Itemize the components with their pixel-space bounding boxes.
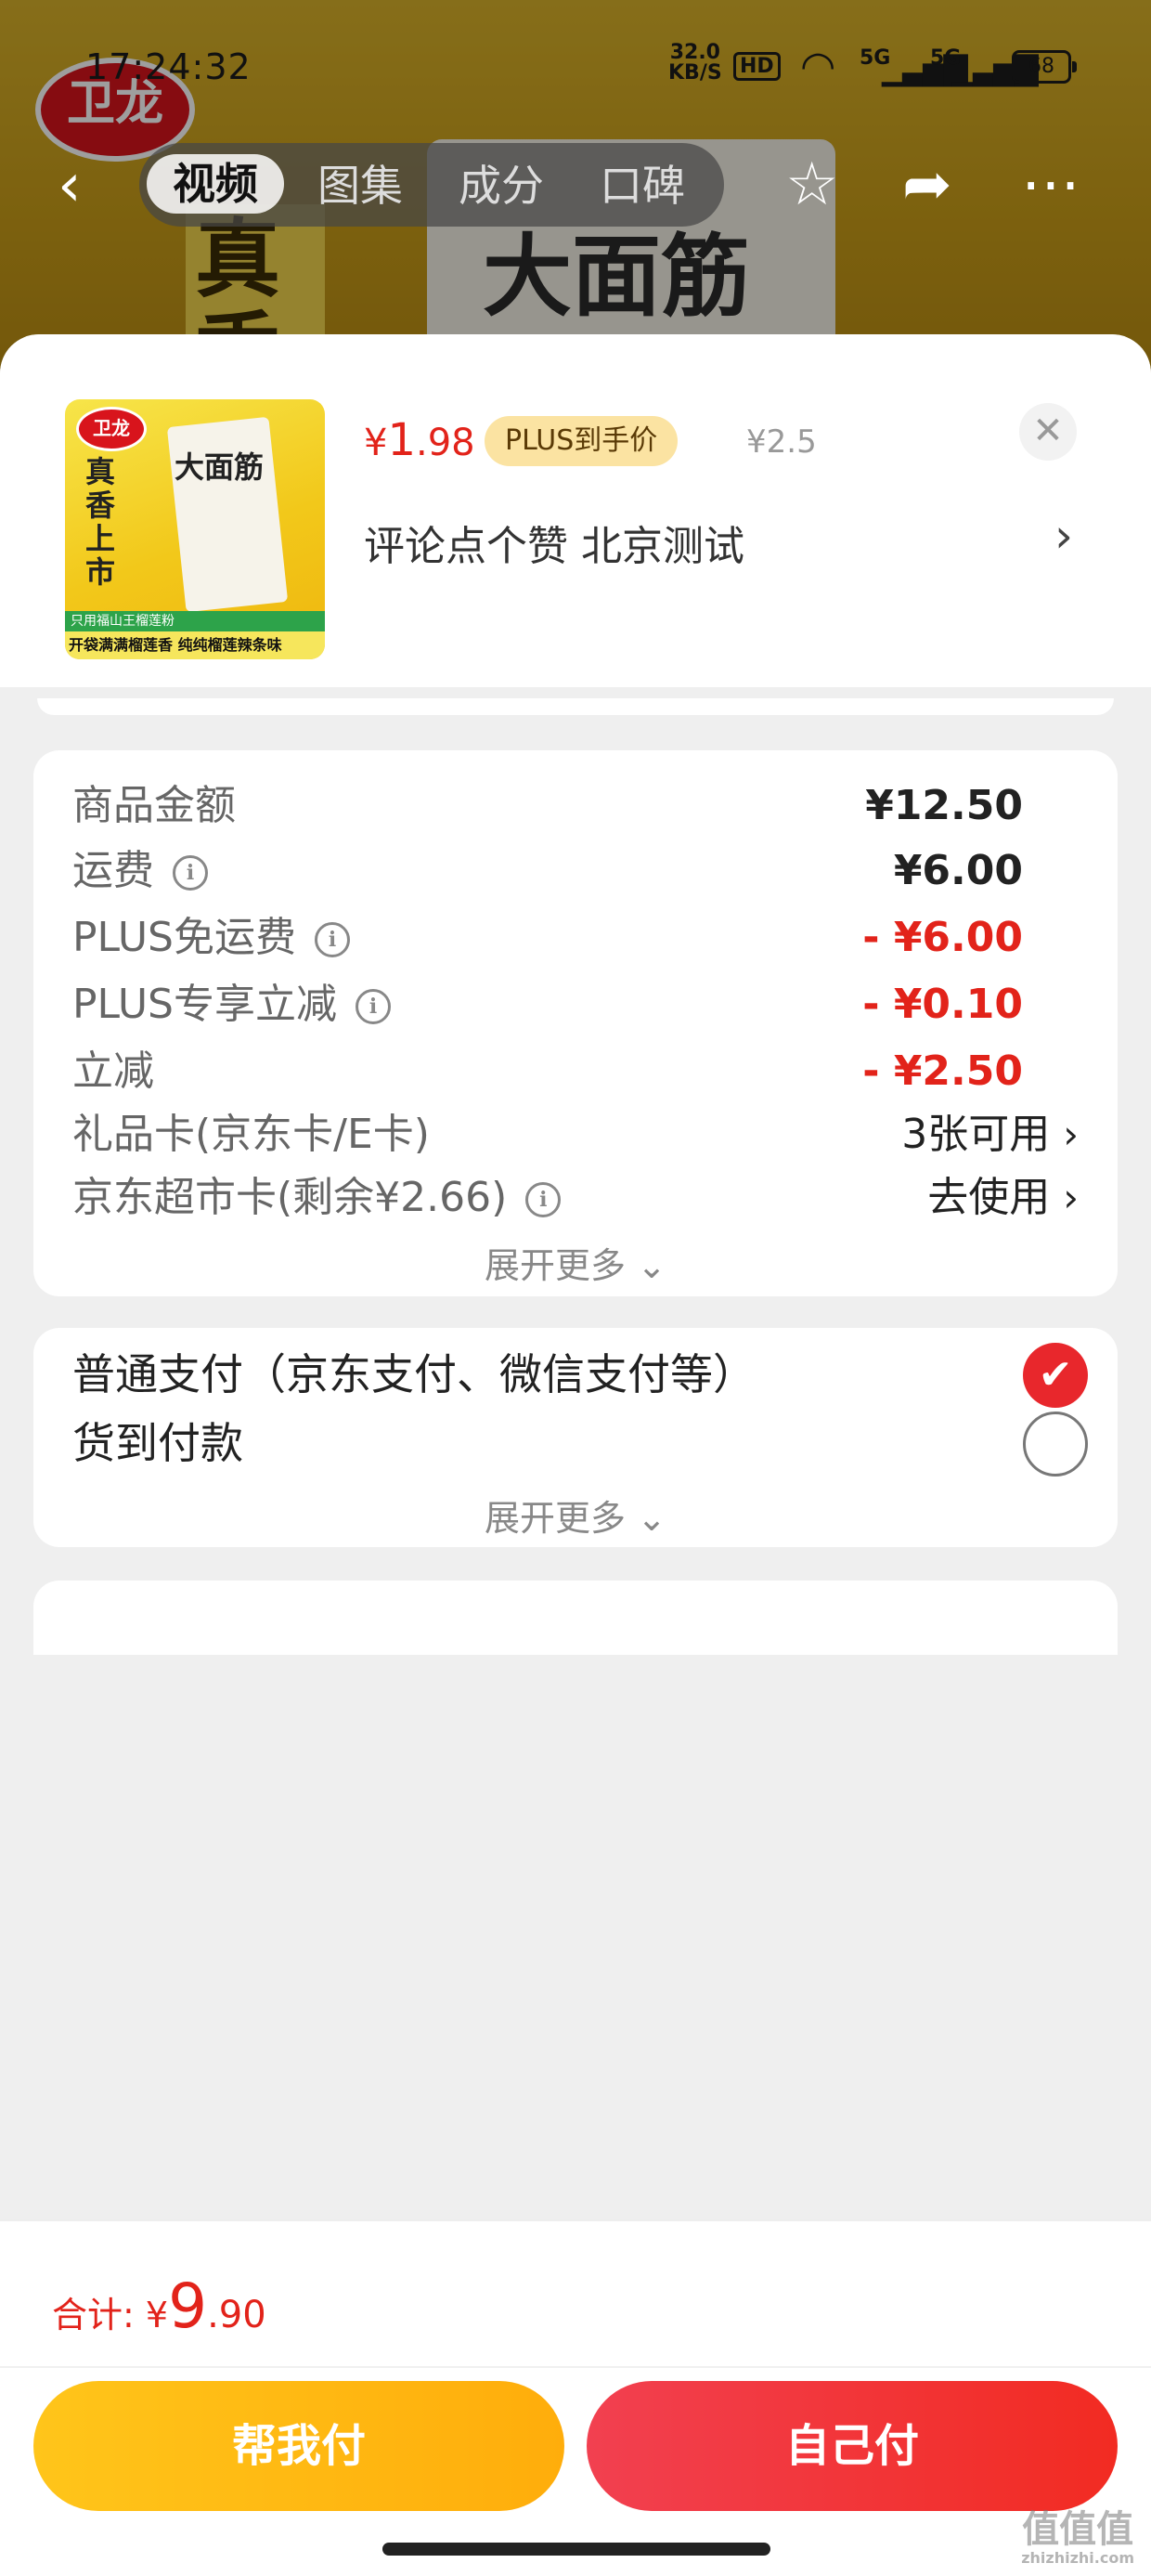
price-decimal: .98 (416, 422, 475, 464)
row-instant-discount: 立减 - ¥2.50 (72, 1044, 1079, 1099)
row-shipping: 运费 i ¥6.00 (72, 843, 1079, 899)
help-me-pay-button[interactable]: 帮我付 (33, 2381, 564, 2511)
gift-card-value: 3张可用 (901, 1111, 1051, 1158)
gift-card-label: 礼品卡(京东卡/E卡) (72, 1111, 430, 1158)
thumb-side-text: 真香上市 (85, 454, 116, 590)
summary-expand-more[interactable]: 展开更多 ⌄ (33, 1237, 1118, 1288)
total-label: 合计: (52, 2295, 135, 2335)
info-icon[interactable]: i (315, 922, 350, 957)
favorite-star-icon[interactable]: ☆ (785, 152, 838, 217)
plus-price-badge: PLUS到手价 (485, 416, 679, 466)
row-plus-free-shipping: PLUS免运费 i - ¥6.00 (72, 910, 1079, 966)
network-speed-unit: KB/S (668, 61, 722, 85)
row-goods-amount: 商品金额 ¥12.50 (72, 778, 1079, 834)
payment-expand-more[interactable]: 展开更多 ⌄ (33, 1490, 1118, 1541)
tab-ingredients[interactable]: 成分 (459, 160, 544, 212)
price-summary-card: 商品金额 ¥12.50 运费 i ¥6.00 PLUS免运费 i - ¥6.00 P… (33, 750, 1118, 1296)
plus-discount-label: PLUS专享立减 i (72, 977, 391, 1033)
wifi-icon: ◠ (800, 43, 836, 90)
shipping-label-text: 运费 (72, 847, 154, 894)
chevron-right-icon: › (1063, 1175, 1079, 1220)
product-description[interactable]: 评论点个赞 北京测试 (364, 513, 744, 572)
home-indicator[interactable] (382, 2543, 770, 2556)
supermarket-card-label: 京东超市卡(剩余¥2.66) i (72, 1170, 562, 1226)
status-bar: 17:24:32 32.0 KB/S HD ◠ 5G ▁▃▅▇ 5G ▁▃▅▇ … (0, 37, 1151, 102)
instant-discount-label: 立减 (72, 1047, 154, 1095)
supermarket-card-link[interactable]: 去使用 › (927, 1170, 1079, 1226)
payment-option-cod[interactable]: 货到付款 (72, 1406, 1088, 1480)
chevron-right-icon[interactable]: › (1054, 509, 1073, 563)
checkout-bottom-bar: 合计: ¥9.90 帮我付 自己付 值值值 zhizhizhi.com (0, 2219, 1151, 2576)
info-icon[interactable]: i (525, 1182, 562, 1217)
tab-reviews[interactable]: 口碑 (600, 160, 685, 212)
price-integer: 1 (387, 414, 416, 466)
total-symbol: ¥ (145, 2295, 169, 2335)
row-supermarket-card[interactable]: 京东超市卡(剩余¥2.66) i 去使用 › (72, 1170, 1079, 1226)
hd-icon: HD (733, 52, 781, 81)
section-divider (37, 698, 1114, 715)
original-price: ¥2.5 (746, 423, 817, 461)
thumb-brand-logo: 卫龙 (76, 407, 147, 451)
info-icon[interactable]: i (356, 989, 391, 1024)
watermark-text: 值值值 (1022, 2508, 1134, 2551)
supermarket-card-text: 京东超市卡(剩余¥2.66) (72, 1174, 508, 1221)
payment-option-normal[interactable]: 普通支付（京东支付、微信支付等） ✔ (72, 1337, 1088, 1412)
instant-discount-value: - ¥2.50 (862, 1047, 1023, 1095)
info-icon[interactable]: i (173, 855, 208, 891)
order-total: 合计: ¥9.90 (52, 2270, 266, 2352)
plus-discount-text: PLUS专享立减 (72, 981, 337, 1028)
payment-option-label: 货到付款 (72, 1418, 243, 1468)
more-icon[interactable]: ⋯ (1021, 152, 1080, 217)
price-symbol: ¥ (364, 422, 388, 464)
tab-gallery[interactable]: 图集 (317, 160, 403, 212)
back-arrow-icon[interactable]: ‹ (58, 156, 82, 215)
plus-free-shipping-label: PLUS免运费 i (72, 910, 350, 966)
gift-card-link[interactable]: 3张可用 › (901, 1107, 1079, 1163)
goods-amount-value: ¥12.50 (865, 782, 1023, 829)
thumb-band-top: 只用福山王榴莲粉 (65, 611, 325, 631)
share-icon[interactable]: ➦ (902, 152, 952, 217)
payment-option-label: 普通支付（京东支付、微信支付等） (72, 1349, 756, 1399)
thumb-band-bottom: 开袋满满榴莲香 纯纯榴莲辣条味 (65, 631, 325, 659)
current-price: ¥1.98 (364, 414, 475, 466)
plus-free-shipping-text: PLUS免运费 (72, 914, 296, 961)
pay-myself-button[interactable]: 自己付 (587, 2381, 1118, 2511)
network-speed: 32.0 KB/S (668, 43, 722, 84)
shipping-label: 运费 i (72, 843, 208, 899)
watermark-site: zhizhizhi.com (1021, 2549, 1134, 2567)
plus-free-shipping-value: - ¥6.00 (862, 914, 1023, 961)
goods-amount-label: 商品金额 (72, 782, 236, 829)
product-thumbnail: 卫龙 大面筋 真香上市 只用福山王榴莲粉 开袋满满榴莲香 纯纯榴莲辣条味 (65, 399, 325, 659)
chevron-right-icon: › (1063, 1112, 1079, 1157)
row-gift-card[interactable]: 礼品卡(京东卡/E卡) 3张可用 › (72, 1107, 1079, 1163)
row-plus-discount: PLUS专享立减 i - ¥0.10 (72, 977, 1079, 1033)
plus-discount-value: - ¥0.10 (862, 981, 1023, 1028)
checkmark-icon[interactable]: ✔ (1023, 1343, 1088, 1408)
total-integer: 9 (168, 2270, 208, 2342)
close-icon[interactable]: ✕ (1019, 403, 1077, 461)
status-time: 17:24:32 (85, 46, 252, 87)
next-section-card (33, 1581, 1118, 1655)
product-summary-card: 卫龙 大面筋 真香上市 只用福山王榴莲粉 开袋满满榴莲香 纯纯榴莲辣条味 ¥1.… (0, 334, 1151, 687)
watermark: 值值值 zhizhizhi.com (1021, 2509, 1134, 2567)
radio-unchecked-icon[interactable] (1023, 1412, 1088, 1477)
supermarket-card-value: 去使用 (927, 1174, 1051, 1221)
total-decimal: .90 (207, 2294, 266, 2336)
product-header-nav: ‹ 视频 图集 成分 口碑 ☆ ➦ ⋯ (0, 139, 1151, 232)
battery-icon: 68 (1012, 50, 1077, 84)
media-tabs: 视频 图集 成分 口碑 (139, 143, 724, 227)
payment-method-card: 普通支付（京东支付、微信支付等） ✔ 货到付款 展开更多 ⌄ (33, 1328, 1118, 1547)
shipping-value: ¥6.00 (893, 847, 1023, 894)
tab-video[interactable]: 视频 (147, 154, 284, 214)
thumb-product-name: 大面筋 (175, 449, 265, 485)
bottom-divider (0, 2366, 1151, 2368)
